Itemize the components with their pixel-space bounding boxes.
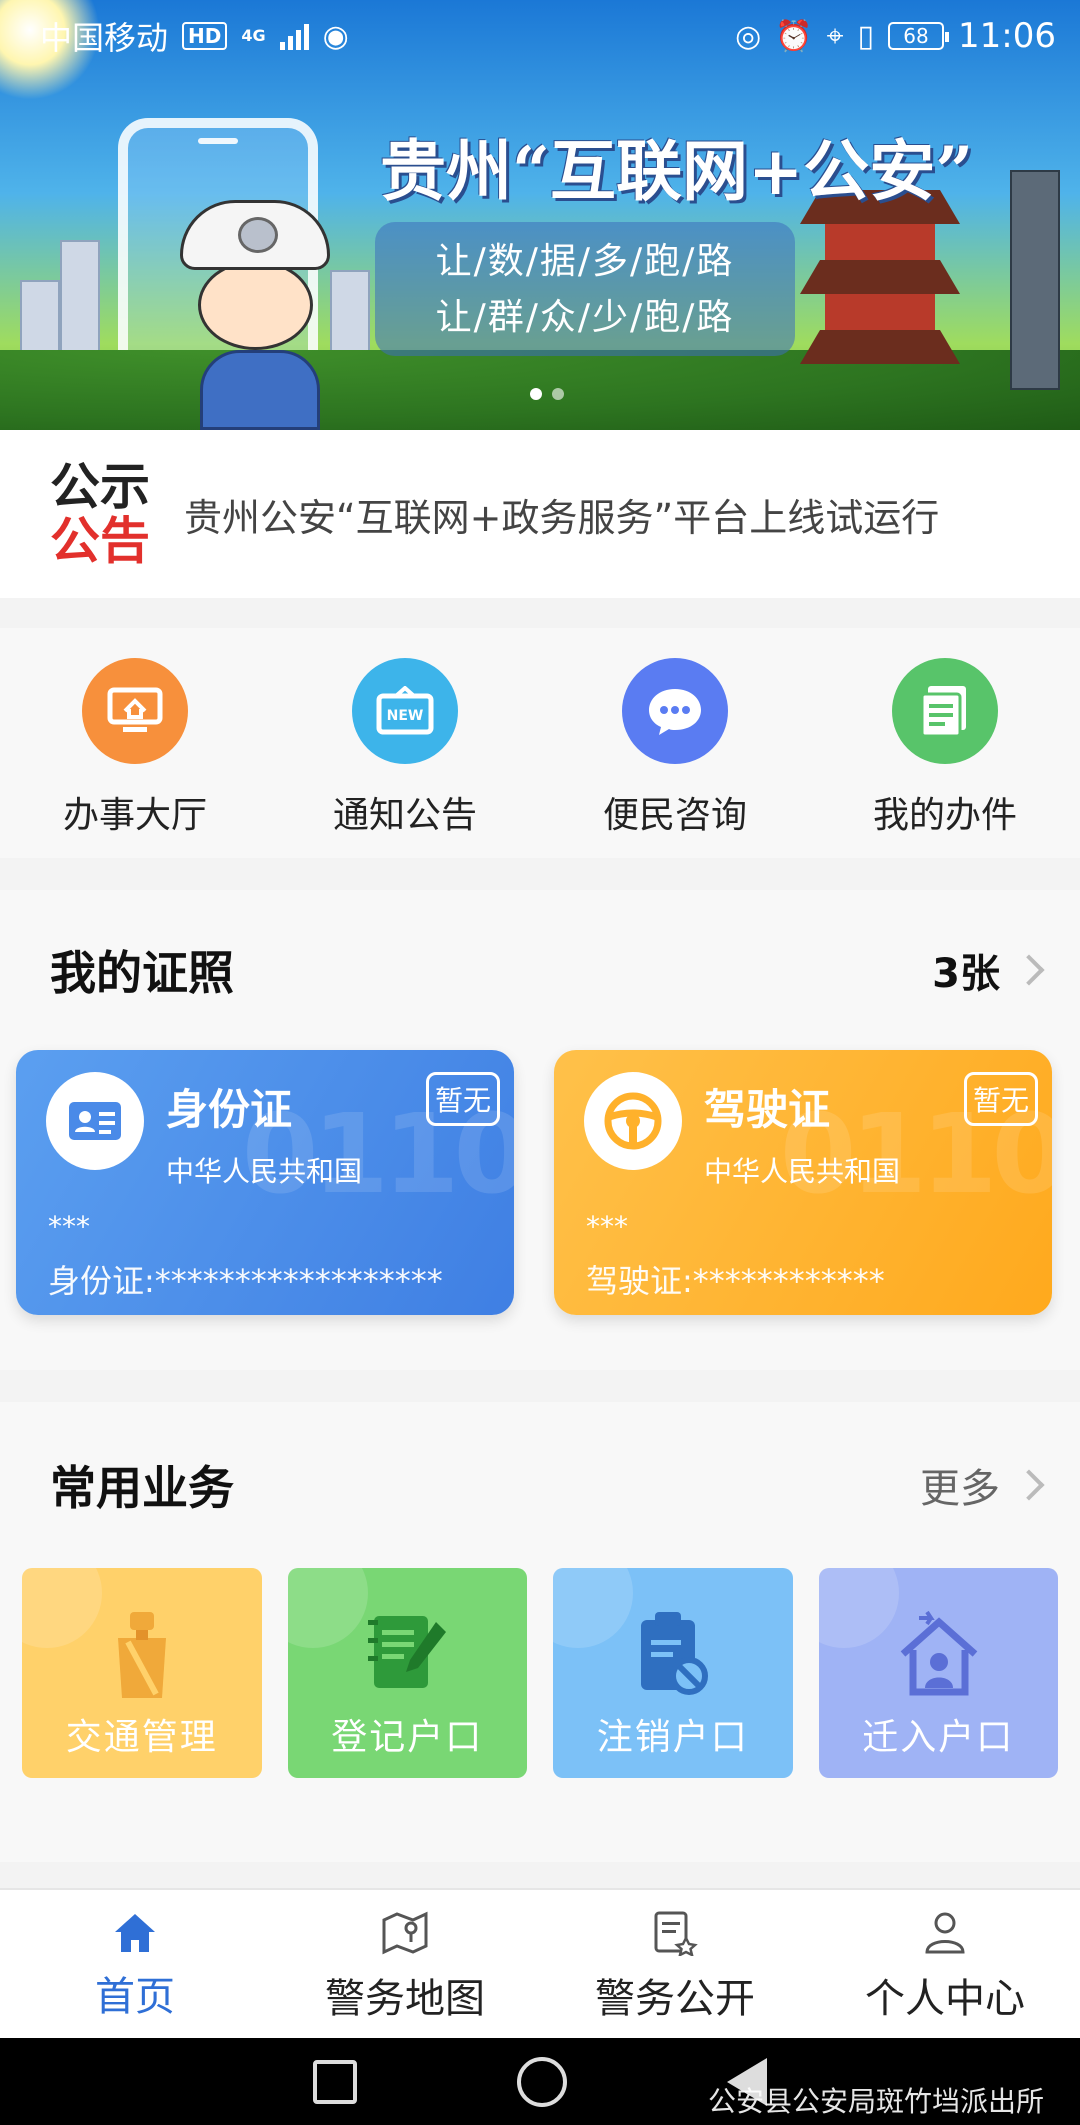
- card-holder-name: ***: [586, 1210, 628, 1243]
- new-board-icon: NEW: [352, 658, 458, 764]
- card-title: 身份证: [166, 1085, 293, 1134]
- tab-personal-center[interactable]: 个人中心: [810, 1890, 1080, 2038]
- tab-label: 警务地图: [325, 1976, 485, 2022]
- banner-slogan: 让/数/据/多/跑/路 让/群/众/少/跑/路: [375, 222, 795, 356]
- carousel-dot[interactable]: [530, 388, 542, 400]
- licenses-count: 3张: [932, 951, 1000, 997]
- service-traffic[interactable]: 交通管理: [22, 1568, 262, 1778]
- chat-bubble-icon: [622, 658, 728, 764]
- shortcut-notices[interactable]: NEW 通知公告: [270, 628, 540, 858]
- card-number: 身份证:******************: [48, 1262, 443, 1300]
- card-number: 驾驶证:************: [586, 1262, 885, 1300]
- hd-badge: HD: [182, 22, 228, 50]
- tab-label: 个人中心: [865, 1976, 1025, 2022]
- battery-icon: 68: [888, 22, 950, 50]
- recent-apps-button[interactable]: [313, 2059, 357, 2104]
- card-status-badge: 暂无: [425, 1072, 500, 1126]
- tab-police-disclosure[interactable]: 警务公开: [540, 1890, 810, 2038]
- service-register-household[interactable]: 登记户口: [287, 1568, 527, 1778]
- service-label: 注销户口: [596, 1717, 749, 1758]
- card-issuer: 中华人民共和国: [704, 1155, 901, 1188]
- card-holder-name: ***: [48, 1210, 90, 1243]
- shortcut-label: 通知公告: [332, 795, 477, 836]
- slogan-line-1: 让/数/据/多/跑/路: [435, 241, 735, 282]
- services-title: 常用业务: [50, 1461, 234, 1515]
- more-label: 更多: [920, 1466, 1000, 1512]
- alarm-icon: ⏰: [775, 18, 813, 54]
- card-issuer: 中华人民共和国: [166, 1155, 363, 1188]
- shortcut-label: 我的办件: [872, 795, 1017, 836]
- licenses-count-link[interactable]: 3张: [932, 941, 1045, 999]
- cancel-clipboard-icon: [631, 1608, 715, 1712]
- location-icon: ⌖: [826, 18, 844, 54]
- register-notebook-icon: [366, 1608, 450, 1712]
- map-icon: [382, 1911, 428, 1955]
- clock: 11:06: [958, 16, 1056, 56]
- carousel-dots[interactable]: [530, 388, 564, 400]
- id-card-icon: [46, 1072, 144, 1170]
- carousel-dot[interactable]: [552, 388, 564, 400]
- notice-bar[interactable]: 公示 公告 贵州公安“互联网+政务服务”平台上线试运行: [0, 430, 1080, 598]
- chevron-right-icon: [1013, 954, 1045, 986]
- move-in-house-icon: [897, 1608, 981, 1712]
- tab-label: 首页: [95, 1974, 175, 2020]
- globe-icon: ◉: [322, 18, 349, 54]
- notice-logo: 公示 公告: [50, 460, 150, 568]
- slogan-line-2: 让/群/众/少/跑/路: [435, 297, 735, 338]
- police-mascot: [170, 200, 350, 430]
- top-banner[interactable]: 贵州“互联网+公安” 让/数/据/多/跑/路 让/群/众/少/跑/路 中国移动 …: [0, 0, 1080, 430]
- driver-license-card[interactable]: 0110 驾驶证 中华人民共和国 暂无 *** 驾驶证:************: [554, 1050, 1052, 1315]
- document-star-icon: [654, 1911, 698, 1956]
- more-link[interactable]: 更多: [920, 1456, 1045, 1514]
- notice-logo-top: 公示: [50, 458, 150, 516]
- shortcut-service-hall[interactable]: 办事大厅: [0, 628, 270, 858]
- services-section: 常用业务 更多 交通管理 登记户口 注销户口 迁入户口: [0, 1402, 1080, 1862]
- chevron-right-icon: [1013, 1469, 1045, 1501]
- watermark-text: 公安县公安局斑竹垱派出所: [707, 2085, 1044, 2118]
- tab-home[interactable]: 首页: [0, 1890, 270, 2038]
- card-title: 驾驶证: [704, 1085, 831, 1134]
- tab-label: 警务公开: [595, 1976, 755, 2022]
- service-label: 迁入户口: [862, 1717, 1015, 1758]
- carrier-name: 中国移动: [40, 19, 169, 57]
- notice-logo-bottom: 公告: [50, 512, 150, 570]
- signal-icon: [279, 22, 309, 50]
- shortcut-label: 办事大厅: [62, 795, 207, 836]
- licenses-section: 我的证照 3张 0110 身份证 中华人民共和国 暂无 *** 身份证:****…: [0, 890, 1080, 1370]
- shortcut-my-applications[interactable]: 我的办件: [810, 628, 1080, 858]
- service-move-in-household[interactable]: 迁入户口: [818, 1568, 1058, 1778]
- steering-wheel-icon: [584, 1072, 682, 1170]
- status-bar: 中国移动 HD 4G ◉ ◎ ⏰ ⌖ ▯ 68 11:06: [0, 0, 1080, 72]
- banner-title: 贵州“互联网+公安”: [380, 132, 974, 210]
- monitor-home-icon: [82, 658, 188, 764]
- network-type: 4G: [241, 26, 266, 45]
- id-card[interactable]: 0110 身份证 中华人民共和国 暂无 *** 身份证:************…: [16, 1050, 514, 1315]
- tab-police-map[interactable]: 警务地图: [270, 1890, 540, 2038]
- svg-text:NEW: NEW: [387, 708, 424, 724]
- eye-icon: ◎: [735, 18, 762, 54]
- user-icon: [925, 1912, 965, 1954]
- tower-illustration: [1010, 170, 1060, 390]
- service-label: 交通管理: [65, 1717, 218, 1758]
- card-status-badge: 暂无: [963, 1072, 1038, 1126]
- traffic-police-icon: [100, 1608, 184, 1712]
- shortcut-consultation[interactable]: 便民咨询: [540, 628, 810, 858]
- notice-text[interactable]: 贵州公安“互联网+政务服务”平台上线试运行: [184, 487, 939, 542]
- service-cancel-household[interactable]: 注销户口: [553, 1568, 793, 1778]
- home-button[interactable]: [517, 2056, 567, 2107]
- home-icon: [115, 1914, 155, 1952]
- shortcut-grid: 办事大厅 NEW 通知公告 便民咨询 我的办件: [0, 628, 1080, 858]
- bottom-tab-bar: 首页 警务地图 警务公开 个人中心: [0, 1888, 1080, 2038]
- vibrate-icon: ▯: [857, 18, 875, 54]
- document-icon: [892, 658, 998, 764]
- service-label: 登记户口: [331, 1717, 484, 1758]
- pagoda-illustration: [800, 190, 960, 370]
- shortcut-label: 便民咨询: [602, 795, 747, 836]
- licenses-title: 我的证照: [50, 946, 234, 1000]
